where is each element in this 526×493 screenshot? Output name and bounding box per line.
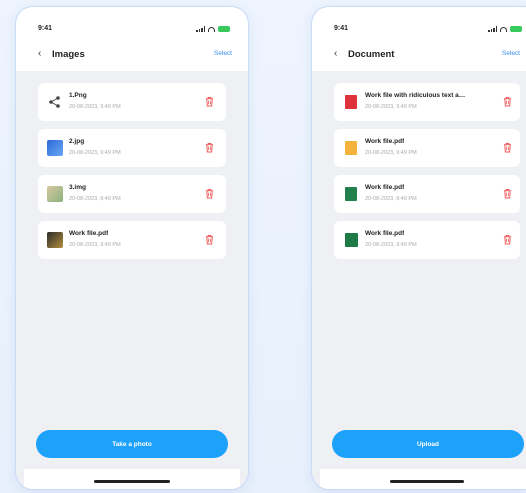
trash-icon[interactable] [503,234,512,245]
file-name: 2.jpg [69,138,85,145]
file-date: 20-08-2023, 9:49 PM [69,196,121,202]
list-item[interactable]: Work file.pdf 20-08-2023, 9:49 PM [334,129,520,167]
file-date: 20-08-2023, 9:49 PM [365,104,417,110]
file-name: 1.Png [69,92,87,99]
header: 9:41 ‹ Images Select [16,7,248,71]
document-screen: 9:41 ‹ Document Select Work file with ri… [311,6,526,490]
trash-icon[interactable] [205,234,214,245]
file-name: Work file.pdf [365,138,405,145]
list-item[interactable]: 3.img 20-08-2023, 9:49 PM [38,175,226,213]
file-date: 20-08-2023, 9:49 PM [365,242,417,248]
status-bar: 9:41 [312,25,526,35]
list-item[interactable]: Work file.pdf 20-08-2023, 9:49 PM [334,221,520,259]
file-list: 1.Png 20-08-2023, 9:49 PM 2.jpg 20-08-20… [38,83,226,267]
wifi-icon [500,26,507,32]
list-item[interactable]: 1.Png 20-08-2023, 9:49 PM [38,83,226,121]
page-title: Document [348,49,395,60]
page-title: Images [52,49,85,60]
trash-icon[interactable] [503,96,512,107]
select-button[interactable]: Select [502,50,520,57]
home-indicator [390,480,464,483]
signal-icon [196,26,205,32]
file-name: Work file with ridiculous text a… [365,92,466,99]
upload-button[interactable]: Upload [332,430,524,458]
nav-bar: ‹ Document Select [312,47,526,63]
trash-icon[interactable] [205,96,214,107]
status-icons [196,26,230,32]
status-bar: 9:41 [16,25,248,35]
share-icon [47,94,63,110]
pdf-icon [345,95,357,109]
list-item[interactable]: Work file with ridiculous text a… 20-08-… [334,83,520,121]
images-screen: 9:41 ‹ Images Select 1.Png 20-08-2023, 9… [15,6,249,490]
trash-icon[interactable] [503,188,512,199]
status-time: 9:41 [334,25,349,32]
signal-icon [488,26,497,32]
take-photo-button[interactable]: Take a photo [36,430,228,458]
image-thumbnail [47,140,63,156]
battery-icon [218,26,230,32]
battery-icon [510,26,522,32]
list-item[interactable]: Work file.pdf 20-08-2023, 9:49 PM [334,175,520,213]
excel-icon [345,233,358,247]
file-date: 20-08-2023, 9:49 PM [69,150,121,156]
file-list: Work file with ridiculous text a… 20-08-… [334,83,520,267]
zip-icon [345,141,357,155]
trash-icon[interactable] [205,142,214,153]
file-date: 20-08-2023, 9:49 PM [69,242,121,248]
image-thumbnail [47,232,63,248]
image-thumbnail [47,186,63,202]
status-time: 9:41 [38,25,53,32]
excel-icon [345,187,357,201]
chevron-left-icon[interactable]: ‹ [38,49,41,59]
chevron-left-icon[interactable]: ‹ [334,49,337,59]
home-indicator [94,480,170,483]
file-name: Work file.pdf [365,184,405,191]
list-item[interactable]: 2.jpg 20-08-2023, 9:49 PM [38,129,226,167]
select-button[interactable]: Select [214,50,232,57]
trash-icon[interactable] [205,188,214,199]
status-icons [488,26,522,32]
file-name: Work file.pdf [69,230,109,237]
file-date: 20-08-2023, 9:49 PM [365,150,417,156]
file-date: 20-08-2023, 9:49 PM [69,104,121,110]
file-name: 3.img [69,184,86,191]
list-item[interactable]: Work file.pdf 20-08-2023, 9:49 PM [38,221,226,259]
trash-icon[interactable] [503,142,512,153]
nav-bar: ‹ Images Select [16,47,248,63]
wifi-icon [208,26,215,32]
header: 9:41 ‹ Document Select [312,7,526,71]
file-date: 20-08-2023, 9:49 PM [365,196,417,202]
file-name: Work file.pdf [365,230,405,237]
